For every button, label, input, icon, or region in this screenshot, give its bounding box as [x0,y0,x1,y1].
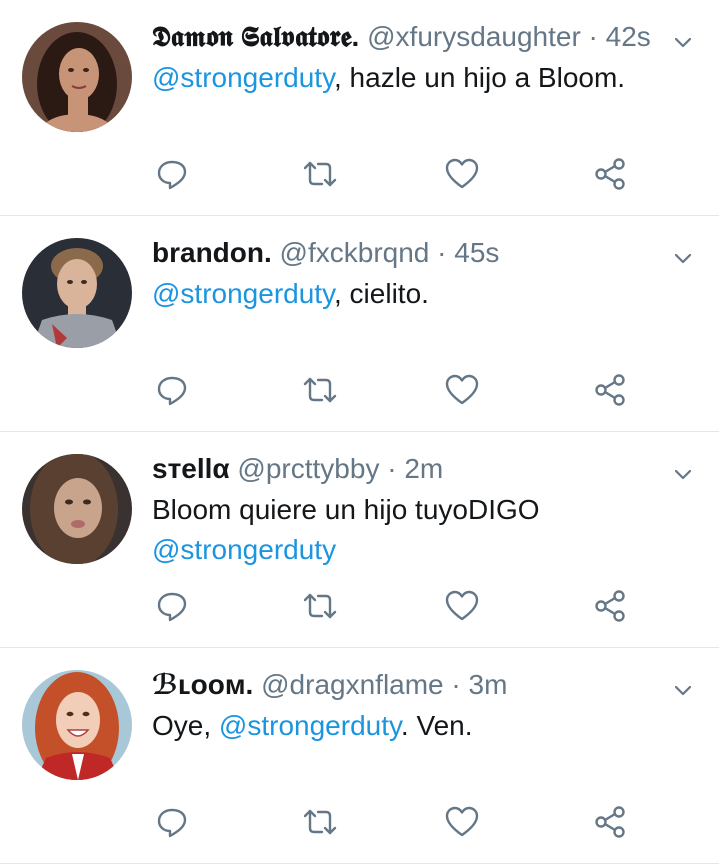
share-button[interactable] [588,152,632,196]
retweet-icon [303,593,337,619]
mention-link[interactable]: @strongerduty [219,710,401,741]
avatar[interactable] [22,670,132,780]
display-name[interactable]: ℬʟᴏᴏᴍ. [152,669,253,700]
timestamp[interactable]: 3m [469,669,508,700]
retweet-icon [303,377,337,403]
retweet-button[interactable] [298,800,342,844]
retweet-button[interactable] [298,368,342,412]
tweet-header: 𝕯𝖆𝖒𝖔𝖓 𝕾𝖆𝖑𝖛𝖆𝖙𝖔𝖗𝖊. @xfurysdaughter · 42s [152,18,651,56]
share-icon [595,806,625,838]
tweet[interactable]: brandon. @fxckbrqnd · 45s @strongerduty,… [0,216,719,432]
tweet[interactable]: ѕтellα @prcttybby · 2m Bloom quiere un h… [0,432,719,648]
heart-icon [445,806,479,837]
tweet-text: Bloom quiere un hijo tuyoDIGO @strongerdu… [152,490,679,570]
chevron-down-icon[interactable] [671,462,695,486]
chevron-down-icon[interactable] [671,246,695,270]
share-button[interactable] [588,368,632,412]
separator-dot: · [437,237,447,268]
tweet-actions [150,800,650,844]
reply-icon [157,808,187,838]
timestamp[interactable]: 2m [404,453,443,484]
reply-icon [157,592,187,622]
chevron-down-icon[interactable] [671,30,695,54]
text-after: , cielito. [334,278,429,309]
avatar[interactable] [22,454,132,564]
user-handle[interactable]: @prcttybby [237,453,379,484]
mention-link[interactable]: @strongerduty [152,534,336,565]
tweet-text: @strongerduty, hazle un hijo a Bloom. [152,58,679,98]
share-icon [595,374,625,406]
heart-icon [445,590,479,621]
reply-button[interactable] [150,152,194,196]
tweet[interactable]: ℬʟᴏᴏᴍ. @dragxnflame · 3m Oye, @strongerd… [0,648,719,864]
text-before: Oye, [152,710,219,741]
reply-icon [157,160,187,190]
tweet-actions [150,152,650,196]
user-handle[interactable]: @fxckbrqnd [280,237,430,268]
chevron-down-icon[interactable] [671,678,695,702]
retweet-icon [303,809,337,835]
reply-button[interactable] [150,368,194,412]
reply-icon [157,376,187,406]
like-button[interactable] [440,368,484,412]
share-button[interactable] [588,800,632,844]
retweet-icon [303,161,337,187]
timestamp[interactable]: 45s [454,237,499,268]
avatar[interactable] [22,238,132,348]
timestamp[interactable]: 42s [606,21,651,52]
tweet-header: ѕтellα @prcttybby · 2m [152,450,649,488]
user-handle[interactable]: @xfurysdaughter [367,21,581,52]
tweet-header: brandon. @fxckbrqnd · 45s [152,234,649,272]
display-name[interactable]: 𝕯𝖆𝖒𝖔𝖓 𝕾𝖆𝖑𝖛𝖆𝖙𝖔𝖗𝖊. [152,21,359,52]
retweet-button[interactable] [298,584,342,628]
text-after: . Ven. [400,710,473,741]
separator-dot: · [387,453,397,484]
share-icon [595,590,625,622]
tweet-text: @strongerduty, cielito. [152,274,679,314]
share-icon [595,158,625,190]
display-name[interactable]: brandon. [152,237,272,268]
reply-button[interactable] [150,584,194,628]
mention-link[interactable]: @strongerduty [152,278,334,309]
tweet-actions [150,368,650,412]
share-button[interactable] [588,584,632,628]
text-before: Bloom quiere un hijo tuyoDIGO [152,494,540,525]
separator-dot: · [588,21,598,52]
like-button[interactable] [440,152,484,196]
reply-button[interactable] [150,800,194,844]
tweet-text: Oye, @strongerduty. Ven. [152,706,679,746]
retweet-button[interactable] [298,152,342,196]
tweet-actions [150,584,650,628]
text-after: , hazle un hijo a Bloom. [334,62,626,93]
user-handle[interactable]: @dragxnflame [261,669,444,700]
avatar[interactable] [22,22,132,132]
tweet[interactable]: 𝕯𝖆𝖒𝖔𝖓 𝕾𝖆𝖑𝖛𝖆𝖙𝖔𝖗𝖊. @xfurysdaughter · 42s @… [0,0,719,216]
mention-link[interactable]: @strongerduty [152,62,334,93]
like-button[interactable] [440,584,484,628]
like-button[interactable] [440,800,484,844]
heart-icon [445,158,479,189]
separator-dot: · [451,669,461,700]
display-name[interactable]: ѕтellα [152,453,230,484]
tweet-header: ℬʟᴏᴏᴍ. @dragxnflame · 3m [152,666,649,704]
heart-icon [445,374,479,405]
